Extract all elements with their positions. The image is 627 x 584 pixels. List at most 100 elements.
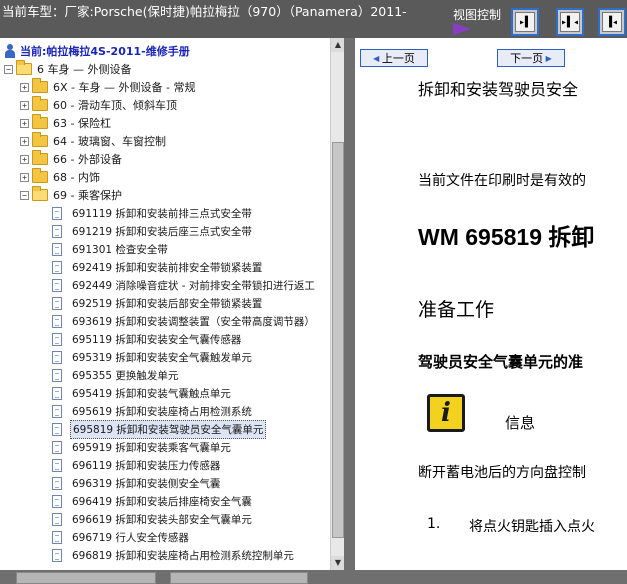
tree-document-label: 692419 拆卸和安装前排安全带锁紧装置 — [72, 261, 263, 274]
tree-folder[interactable]: +68 - 内饰 — [20, 168, 100, 186]
tree-document-label: 695419 拆卸和安装气囊触点单元 — [72, 387, 231, 400]
scroll-down-icon[interactable]: ▼ — [331, 556, 345, 570]
tree-document[interactable]: 695319 拆卸和安装安全气囊触发单元 — [52, 348, 254, 366]
show-left-pane-button[interactable]: ▐◂ — [598, 8, 626, 36]
tree-document-label: 696419 拆卸和安装后排座椅安全气囊 — [72, 495, 252, 508]
tree-folder[interactable]: +60 - 滑动车顶、倾斜车顶 — [20, 96, 177, 114]
tree-document[interactable]: 696419 拆卸和安装后排座椅安全气囊 — [52, 492, 254, 510]
tree-document[interactable]: 695419 拆卸和安装气囊触点单元 — [52, 384, 233, 402]
folder-icon — [32, 132, 48, 147]
tree-document[interactable]: 696719 行人安全传感器 — [52, 528, 191, 546]
tree-document[interactable]: 695355 更换触发单元 — [52, 366, 180, 384]
document-icon — [52, 242, 62, 256]
collapse-icon[interactable]: − — [4, 64, 13, 74]
tree-document[interactable]: 691219 拆卸和安装后座三点式安全带 — [52, 222, 254, 240]
show-left-pane-icon: ▐◂ — [602, 12, 622, 32]
info-icon: i — [427, 394, 465, 432]
tree-document[interactable]: 695619 拆卸和安装座椅占用检测系统 — [52, 402, 254, 420]
tree-folder-label: 69 - 乘客保护 — [53, 189, 122, 202]
tree-document[interactable]: 696619 拆卸和安装头部安全气囊单元 — [52, 510, 254, 528]
document-icon — [52, 350, 62, 364]
folder-icon — [32, 150, 48, 165]
split-panes-icon: ▸▌◂ — [560, 12, 580, 32]
tree-document-label: 696819 拆卸和安装座椅占用检测系统控制单元 — [72, 549, 294, 562]
tree-document[interactable]: 692419 拆卸和安装前排安全带锁紧装置 — [52, 258, 264, 276]
folder-icon — [32, 96, 48, 111]
tree-folder-label: 68 - 内饰 — [53, 171, 100, 184]
next-page-button[interactable]: 下一页 ▶ — [497, 49, 565, 67]
top-bar: 当前车型：厂家:Porsche(保时捷)帕拉梅拉（970）（Panamera）2… — [0, 0, 627, 38]
document-icon — [52, 368, 62, 382]
document-icon — [52, 458, 62, 472]
tree-document-label: 695355 更换触发单元 — [72, 369, 179, 382]
document-icon — [52, 404, 62, 418]
scroll-up-icon[interactable]: ▲ — [331, 38, 345, 52]
user-icon — [4, 44, 16, 58]
tree-document-label: 696619 拆卸和安装头部安全气囊单元 — [72, 513, 252, 526]
tree-folder[interactable]: +66 - 外部设备 — [20, 150, 122, 168]
expand-icon[interactable]: + — [20, 100, 29, 110]
tree-document[interactable]: 696319 拆卸和安装侧安全气囊 — [52, 474, 222, 492]
tree-folder[interactable]: +6X - 车身 — 外侧设备 - 常规 — [20, 78, 195, 96]
split-panes-button[interactable]: ▸▌◂ — [556, 8, 584, 36]
tree-document[interactable]: 692449 消除噪音症状 - 对前排安全带锁扣进行返工 — [52, 276, 317, 294]
tree-document-label: 696319 拆卸和安装侧安全气囊 — [72, 477, 221, 490]
sub-heading: 驾驶员安全气囊单元的准 — [418, 353, 584, 371]
bottom-tab[interactable] — [16, 572, 156, 584]
document-icon — [52, 512, 62, 526]
tree-document[interactable]: 691119 拆卸和安装前排三点式安全带 — [52, 204, 254, 222]
document-icon — [52, 476, 62, 490]
tree-document[interactable]: 693619 拆卸和安装调整装置（安全带高度调节器） — [52, 312, 317, 330]
next-page-label: 下一页 — [510, 52, 544, 65]
tree-root[interactable]: 当前:帕拉梅拉4S-2011-维修手册 — [4, 42, 190, 60]
collapse-icon[interactable]: − — [20, 190, 29, 200]
expand-icon[interactable]: + — [20, 136, 29, 146]
tree-folder[interactable]: +63 - 保险杠 — [20, 114, 111, 132]
tree-document-label: 696119 拆卸和安装压力传感器 — [72, 459, 221, 472]
folder-icon — [32, 114, 48, 129]
arrow-left-icon: ◀ — [373, 53, 382, 63]
scrollbar-thumb[interactable] — [332, 142, 344, 538]
tree-folder-label: 66 - 外部设备 — [53, 153, 122, 166]
tree-document-label: 695119 拆卸和安装安全气囊传感器 — [72, 333, 242, 346]
tree-document-label: 691119 拆卸和安装前排三点式安全带 — [72, 207, 252, 220]
tree-document[interactable]: 695819 拆卸和安装驾驶员安全气囊单元 — [52, 419, 267, 439]
document-icon — [52, 530, 62, 544]
expand-icon[interactable]: + — [20, 172, 29, 182]
tree-document[interactable]: 695119 拆卸和安装安全气囊传感器 — [52, 330, 243, 348]
expand-icon[interactable]: + — [20, 118, 29, 128]
tree-document-label: 692449 消除噪音症状 - 对前排安全带锁扣进行返工 — [72, 279, 315, 292]
tree-document[interactable]: 691301 检查安全带 — [52, 240, 170, 258]
show-right-pane-button[interactable]: ▸▌ — [511, 8, 539, 36]
view-control-label: 视图控制 — [453, 8, 502, 22]
arrow-right-icon: ▶ — [543, 53, 552, 63]
pane-divider[interactable] — [344, 38, 352, 570]
prev-page-button[interactable]: ◀ 上一页 — [360, 49, 428, 67]
tree-document-label: 693619 拆卸和安装调整装置（安全带高度调节器） — [72, 315, 315, 328]
document-icon — [52, 278, 62, 292]
tree-document[interactable]: 696819 拆卸和安装座椅占用检测系统控制单元 — [52, 546, 296, 564]
page-heading: 拆卸和安装驾驶员安全 — [418, 80, 579, 99]
window-title: 当前车型：厂家:Porsche(保时捷)帕拉梅拉（970）（Panamera）2… — [2, 4, 407, 19]
document-icon — [52, 422, 62, 436]
expand-icon[interactable]: + — [20, 154, 29, 164]
step-number: 1. — [427, 516, 441, 532]
tree-document[interactable]: 696119 拆卸和安装压力传感器 — [52, 456, 222, 474]
tree-section-label: 6 车身 — 外侧设备 — [37, 63, 132, 76]
tree-scrollbar[interactable]: ▲ ▼ — [330, 38, 345, 570]
tree-document[interactable]: 695919 拆卸和安装乘客气囊单元 — [52, 438, 233, 456]
tree-section[interactable]: − 6 车身 — 外侧设备 — [4, 60, 132, 78]
bottom-tab[interactable] — [170, 572, 308, 584]
document-icon — [52, 260, 62, 274]
tree-document-label: 696719 行人安全传感器 — [72, 531, 189, 544]
tree-folder[interactable]: − 69 - 乘客保护 — [20, 186, 122, 204]
tree-folder-label: 63 - 保险杠 — [53, 117, 111, 130]
expand-icon[interactable]: + — [20, 82, 29, 92]
folder-open-icon — [16, 60, 32, 75]
document-icon — [52, 314, 62, 328]
tree-document[interactable]: 692519 拆卸和安装后部安全带锁紧装置 — [52, 294, 264, 312]
content-panel: ◀ 上一页 下一页 ▶ 拆卸和安装驾驶员安全 当前文件在印刷时是有效的 WM 6… — [355, 38, 627, 570]
tree-document-label: 692519 拆卸和安装后部安全带锁紧装置 — [72, 297, 263, 310]
document-icon — [52, 296, 62, 310]
tree-folder[interactable]: +64 - 玻璃窗、车窗控制 — [20, 132, 166, 150]
